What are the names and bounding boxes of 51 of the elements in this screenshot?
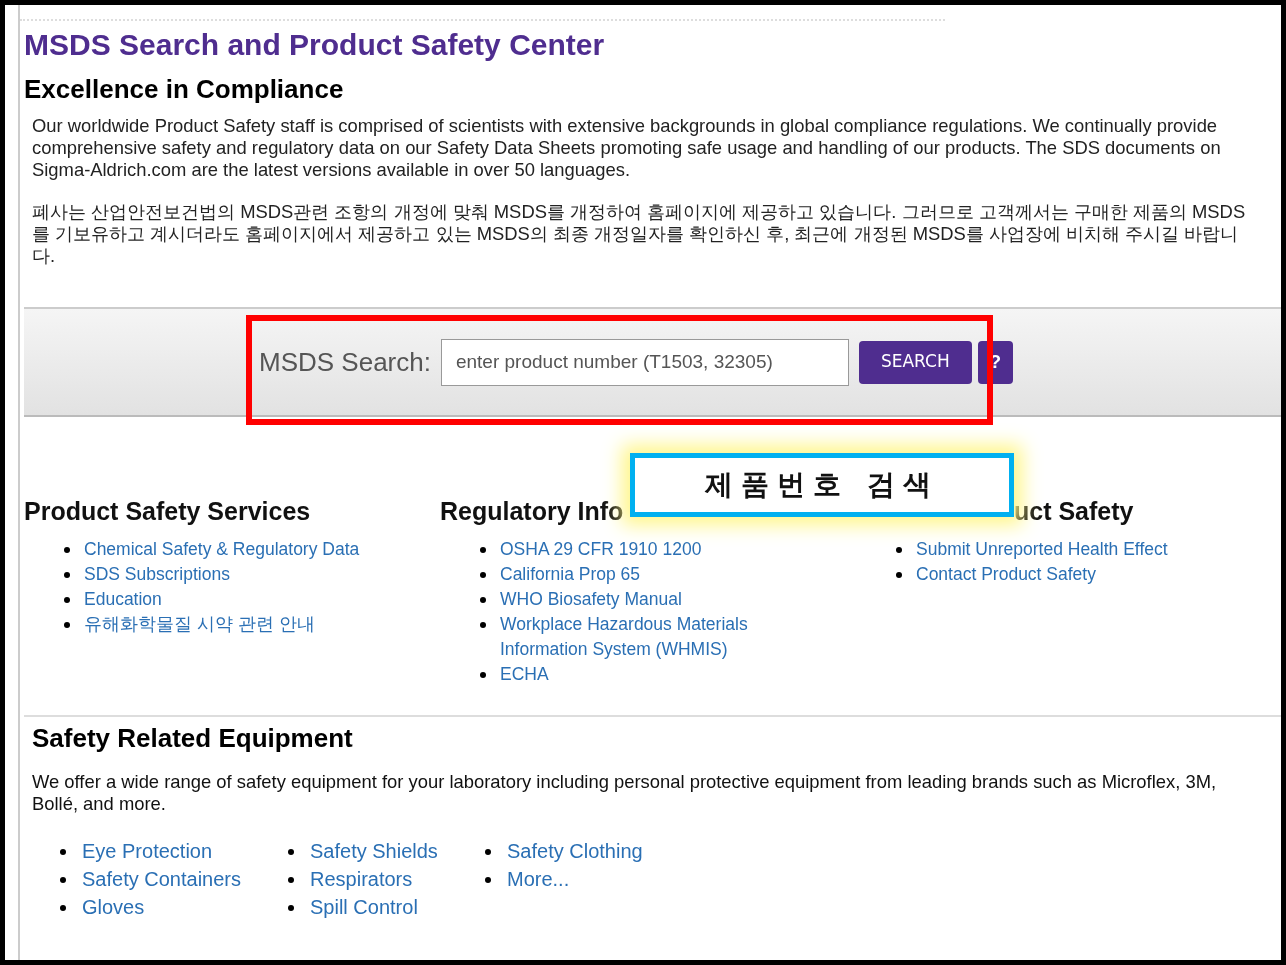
bullet-icon bbox=[896, 547, 902, 553]
paragraph: Our worldwide Product Safety staff is comprised of scientists with extensive backgrounds in global compliance regulations. We continually provide comprehensive safety and regulatory data on our Safety Data Sheets promoting safe usage and handling of our products. The SDS documents on Sigma-Aldrich.com are the latest versions available in over 50 languages. bbox=[32, 115, 1222, 181]
link[interactable]: OSHA 29 CFR 1910 1200 bbox=[500, 537, 702, 562]
search-button[interactable]: SEARCH bbox=[858, 340, 972, 384]
paragraph: We offer a wide range of safety equipment for your laboratory including personal protective equipment from leading brands such as Microflex, 3M, Bollé, and more. bbox=[32, 771, 1218, 815]
bullet-icon bbox=[64, 597, 70, 603]
bullet-icon bbox=[485, 849, 491, 855]
bullet-icon bbox=[64, 547, 70, 553]
section-heading: Safety Related Equipment bbox=[32, 722, 354, 755]
bullet-icon bbox=[480, 672, 486, 678]
bullet-icon bbox=[480, 547, 486, 553]
link[interactable]: Safety Shields bbox=[310, 837, 438, 865]
link[interactable]: California Prop 65 bbox=[500, 562, 641, 587]
column-heading: uct Safety bbox=[1014, 496, 1134, 527]
column-heading: Product Safety Services bbox=[24, 496, 311, 527]
link[interactable]: More... bbox=[507, 865, 570, 893]
bullet-icon bbox=[64, 572, 70, 578]
link[interactable]: Respirators bbox=[310, 865, 413, 893]
bullet-icon bbox=[288, 905, 294, 911]
link[interactable]: Workplace Hazardous Materials Information System (WHMIS) bbox=[500, 612, 800, 662]
section-heading: Excellence in Compliance bbox=[24, 73, 345, 105]
link[interactable]: Chemical Safety & Regulatory Data bbox=[84, 537, 360, 562]
page-title: MSDS Search and Product Safety Center bbox=[24, 27, 606, 63]
annotation-label: 제품번호 검색 bbox=[630, 453, 1014, 517]
link[interactable]: WHO Biosafety Manual bbox=[500, 587, 682, 612]
bullet-icon bbox=[288, 849, 294, 855]
link[interactable]: Safety Containers bbox=[82, 865, 241, 893]
link[interactable]: Submit Unreported Health Effect bbox=[916, 537, 1168, 562]
bullet-icon bbox=[480, 597, 486, 603]
link[interactable]: Spill Control bbox=[310, 893, 418, 921]
bullet-icon bbox=[480, 572, 486, 578]
bullet-icon bbox=[288, 877, 294, 883]
bullet-icon bbox=[64, 622, 70, 628]
bullet-icon bbox=[60, 905, 66, 911]
paragraph: 폐사는 산업안전보건법의 MSDS관련 조항의 개정에 맞춰 MSDS를 개정하여 홈페이지에 제공하고 있습니다. 그러므로 고객께서는 구매한 제품의 MSDS를 기보유하고 계시더라도 홈페이지에서 제공하고 있는 MSDS의 최종 개정일자를 확인하신 후, 최근에 개정된 MSDS를 사업장에 비치해 주시길 바랍니다. bbox=[32, 201, 1247, 267]
link[interactable]: ECHA bbox=[500, 662, 549, 687]
link[interactable]: Education bbox=[84, 587, 162, 612]
search-label: MSDS Search: bbox=[259, 345, 431, 379]
link[interactable]: 유해화학물질 시약 관련 안내 bbox=[84, 612, 315, 637]
link[interactable]: Contact Product Safety bbox=[916, 562, 1096, 587]
link[interactable]: Safety Clothing bbox=[507, 837, 643, 865]
link[interactable]: Gloves bbox=[82, 893, 145, 921]
bullet-icon bbox=[480, 622, 486, 628]
link[interactable]: SDS Subscriptions bbox=[84, 562, 230, 587]
bullet-icon bbox=[896, 572, 902, 578]
link[interactable]: Eye Protection bbox=[82, 837, 213, 865]
bullet-icon bbox=[485, 877, 491, 883]
search-field[interactable]: enter product number (T1503, 32305) bbox=[440, 338, 849, 386]
bullet-icon bbox=[60, 877, 66, 883]
column-heading: Regulatory Info bbox=[440, 496, 624, 527]
bullet-icon bbox=[60, 849, 66, 855]
